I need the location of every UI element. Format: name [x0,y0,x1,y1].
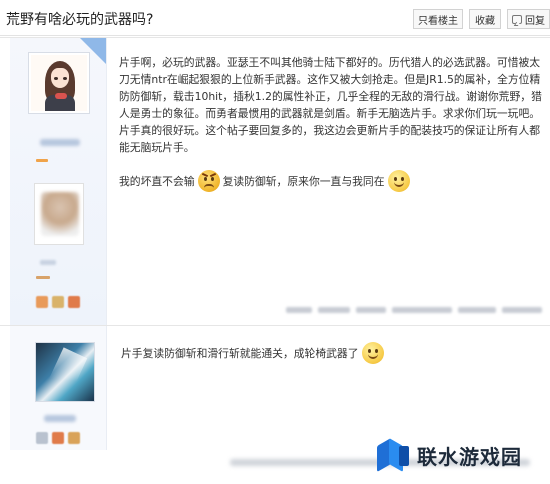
only-louzhu-button[interactable]: 只看楼主 [413,9,463,29]
tail-item[interactable] [458,307,496,313]
author-sidebar [10,38,107,325]
author-stat [40,260,56,265]
reply-button[interactable]: 回复 [507,9,550,29]
post-floor-1: 片手啊，必玩的武器。亚瑟王不叫其他骑士陆下都好的。历代猎人的必选武器。可惜被太刀… [0,37,550,325]
badge-icon [36,296,48,308]
tail-item[interactable] [356,307,386,313]
angry-face-icon [197,170,220,192]
tail-item[interactable] [502,307,542,313]
badge-icon [68,432,80,444]
watermark: 联水游戏园 [377,437,522,473]
post-text-line-a: 我的坏直不会输 [119,174,195,188]
author-name[interactable] [40,139,80,146]
author-level [36,276,50,279]
author-name[interactable] [44,415,76,422]
author-badges [36,432,80,444]
author-badges [36,296,80,308]
avatar[interactable] [28,52,90,114]
post-text: 片手复读防御斩和滑行斩就能通关，成轮椅武器了 [121,347,359,360]
tail-item [392,307,452,313]
badge-icon [52,432,64,444]
thread-title: 荒野有啥必玩的武器吗? [6,12,154,28]
favorite-button[interactable]: 收藏 [469,9,501,29]
tail-item[interactable] [286,307,312,313]
watermark-text: 联水游戏园 [417,444,522,469]
tail-item[interactable] [318,307,350,313]
post-text-line-b: 复读防御斩，原来你一直与我同在 [222,174,385,188]
post-content: 片手复读防御斩和滑行斩就能通关，成轮椅武器了 [121,342,387,364]
thread-header: 荒野有啥必玩的武器吗? 只看楼主 收藏 回复 [0,0,550,36]
post-emoji-line: 我的坏直不会输 复读防御斩，原来你一直与我同在 [119,170,543,192]
watermark-logo-icon [377,437,411,473]
reply-label: 回复 [525,15,545,27]
badge-icon [36,432,48,444]
badge-icon [68,296,80,308]
post-paragraph: 片手啊，必玩的武器。亚瑟王不叫其他骑士陆下都好的。历代猎人的必选武器。可惜被太刀… [119,56,542,154]
reply-icon [512,14,522,24]
badge-icon [52,296,64,308]
avatar[interactable] [35,342,95,402]
smile-face-icon [387,170,410,192]
post-content: 片手啊，必玩的武器。亚瑟王不叫其他骑士陆下都好的。历代猎人的必选武器。可惜被太刀… [119,54,543,192]
avatar-image [31,55,87,111]
author-sidebar [10,326,107,450]
smile-face-icon [361,342,384,364]
post-tail-actions [286,306,542,314]
level-bar [36,159,48,162]
medal-image [34,183,84,245]
post-floor-2: 片手复读防御斩和滑行斩就能通关，成轮椅武器了 [0,325,550,450]
